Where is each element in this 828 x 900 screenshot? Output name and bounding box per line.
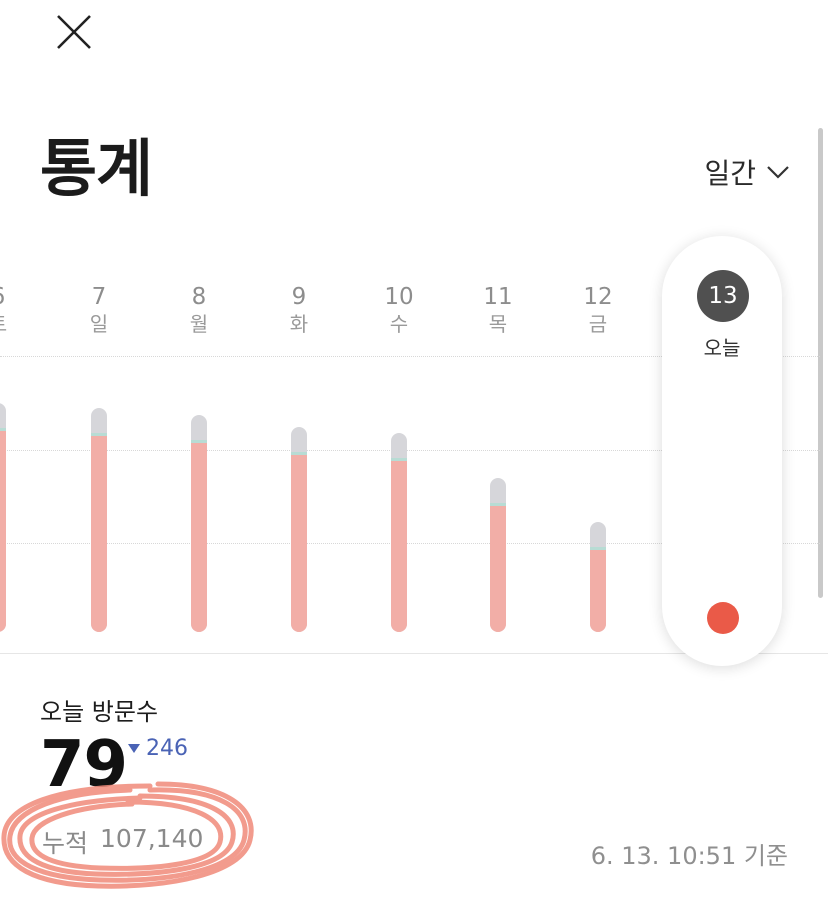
close-button[interactable] xyxy=(52,10,96,54)
day-column-11[interactable]: 11 목 xyxy=(468,284,528,338)
day-column-6[interactable]: 6토 xyxy=(0,284,28,338)
day-weekday: 목 xyxy=(488,312,508,336)
period-select-label: 일간 xyxy=(704,157,756,190)
close-icon xyxy=(57,15,91,49)
visit-bar-separator xyxy=(590,546,606,550)
visit-bar-fill xyxy=(590,547,606,632)
visit-bar-11[interactable] xyxy=(490,478,506,632)
visits-change-value: 246 xyxy=(146,736,188,761)
period-select[interactable]: 일간 xyxy=(704,152,790,192)
day-column-7[interactable]: 7일 xyxy=(69,284,129,338)
day-weekday: 수 xyxy=(389,312,409,336)
visit-bar-separator xyxy=(0,428,6,432)
cumulative-value: 107,140 xyxy=(100,824,204,853)
page-title: 통계 xyxy=(40,132,153,205)
today-visits-value: 79 xyxy=(40,728,128,802)
today-bar-dot xyxy=(707,602,739,634)
day-number: 10 xyxy=(384,284,414,310)
day-weekday: 월 xyxy=(189,312,209,336)
visit-bar-7[interactable] xyxy=(91,407,107,632)
day-weekday: 일 xyxy=(89,312,109,336)
visit-bar-9[interactable] xyxy=(291,426,307,632)
visit-bar-separator xyxy=(490,503,506,507)
visit-bar-fill xyxy=(0,429,6,632)
today-date-badge: 13 xyxy=(697,270,749,322)
day-weekday: 토 xyxy=(0,310,28,338)
visit-bar-fill xyxy=(490,504,506,632)
visit-bar-separator xyxy=(191,440,207,444)
visit-bar-8[interactable] xyxy=(191,415,207,632)
day-column-8[interactable]: 8월 xyxy=(169,284,229,338)
today-label: 오늘 xyxy=(703,336,741,360)
day-number: 12 xyxy=(583,284,613,310)
today-column[interactable]: 13 오늘 xyxy=(662,236,782,666)
day-weekday: 화 xyxy=(289,312,309,336)
day-weekday: 금 xyxy=(588,312,608,336)
down-triangle-icon xyxy=(128,744,140,753)
day-number: 11 xyxy=(483,284,513,310)
day-column-9[interactable]: 9화 xyxy=(269,284,329,338)
visit-bar-12[interactable] xyxy=(590,521,606,632)
today-visits-label: 오늘 방문수 xyxy=(40,698,159,726)
visit-bar-separator xyxy=(91,432,107,436)
visit-bar-separator xyxy=(391,458,407,462)
visit-bar-fill xyxy=(91,433,107,632)
visit-bar-fill xyxy=(191,441,207,632)
cumulative-label: 누적 xyxy=(42,829,89,858)
visit-bar-6[interactable] xyxy=(0,403,6,632)
cumulative-visits: 누적 107,140 xyxy=(42,824,203,860)
day-column-10[interactable]: 10 수 xyxy=(369,284,429,338)
scrollbar[interactable] xyxy=(818,128,823,598)
day-column-12[interactable]: 12 금 xyxy=(568,284,628,338)
updated-timestamp: 6. 13. 10:51 기준 xyxy=(590,842,788,870)
day-number: 7 xyxy=(91,284,107,310)
visit-bar-separator xyxy=(291,451,307,455)
visit-bar-fill xyxy=(291,452,307,632)
day-number: 9 xyxy=(291,284,307,310)
visit-bar-fill xyxy=(391,459,407,632)
chevron-down-icon xyxy=(767,166,789,179)
day-number: 8 xyxy=(191,284,207,310)
visits-change: 246 xyxy=(128,736,188,761)
visit-bar-10[interactable] xyxy=(391,433,407,632)
day-number: 6 xyxy=(0,284,28,310)
